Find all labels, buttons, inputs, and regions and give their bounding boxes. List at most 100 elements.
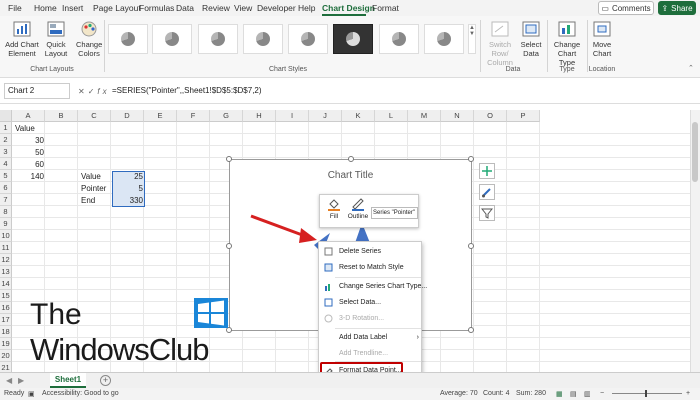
enter-icon[interactable]: ✓ — [88, 87, 98, 96]
column-header-l[interactable]: L — [375, 110, 408, 122]
row-header-12[interactable]: 12 — [0, 254, 12, 266]
row-header-3[interactable]: 3 — [0, 146, 12, 158]
column-header-f[interactable]: F — [177, 110, 210, 122]
zoom-in-icon[interactable]: + — [686, 390, 690, 397]
chart-style-8[interactable] — [424, 24, 464, 54]
outline-button[interactable]: Outline — [346, 197, 370, 220]
row-header-2[interactable]: 2 — [0, 134, 12, 146]
chart-elements-button[interactable] — [479, 163, 495, 179]
cell-d5[interactable]: 25 — [112, 171, 145, 183]
row-header-10[interactable]: 10 — [0, 230, 12, 242]
column-header-i[interactable]: I — [276, 110, 309, 122]
zoom-out-icon[interactable]: − — [600, 390, 604, 397]
tab-file[interactable]: File — [8, 3, 22, 13]
resize-handle[interactable] — [468, 243, 474, 249]
row-header-11[interactable]: 11 — [0, 242, 12, 254]
row-header-17[interactable]: 17 — [0, 314, 12, 326]
row-header-8[interactable]: 8 — [0, 206, 12, 218]
column-header-a[interactable]: A — [12, 110, 45, 122]
change-colors-button[interactable]: Change Colors — [76, 20, 102, 58]
select-all-corner[interactable] — [0, 110, 12, 122]
move-chart-button[interactable]: Move Chart — [590, 20, 614, 58]
chart-style-1[interactable] — [108, 24, 148, 54]
scroll-left-icon[interactable]: ◀ — [6, 376, 12, 385]
chart-style-7[interactable] — [379, 24, 419, 54]
row-header-4[interactable]: 4 — [0, 158, 12, 170]
page-break-view-icon[interactable]: ▥ — [584, 390, 591, 398]
row-header-19[interactable]: 19 — [0, 338, 12, 350]
row-header-16[interactable]: 16 — [0, 302, 12, 314]
resize-handle[interactable] — [226, 156, 232, 162]
chart-style-2[interactable] — [152, 24, 192, 54]
column-header-h[interactable]: H — [243, 110, 276, 122]
column-header-j[interactable]: J — [309, 110, 342, 122]
tab-review[interactable]: Review — [202, 3, 230, 13]
resize-handle[interactable] — [348, 156, 354, 162]
menu-item-select-data[interactable]: Select Data... — [319, 296, 423, 309]
row-header-1[interactable]: 1 — [0, 122, 12, 134]
tab-home[interactable]: Home — [34, 3, 57, 13]
add-sheet-button[interactable]: + — [100, 375, 111, 386]
chart-style-6[interactable] — [333, 24, 373, 54]
collapse-ribbon-icon[interactable]: ⌃ — [688, 64, 694, 72]
tab-help[interactable]: Help — [298, 3, 315, 13]
cell-d6[interactable]: 5 — [112, 183, 145, 195]
zoom-slider-thumb[interactable] — [645, 390, 647, 397]
cell-a2[interactable]: 30 — [13, 135, 46, 147]
name-box[interactable]: Chart 2 — [4, 83, 70, 99]
add-chart-element-button[interactable]: Add Chart Element — [5, 20, 39, 58]
chart-style-5[interactable] — [288, 24, 328, 54]
row-header-13[interactable]: 13 — [0, 266, 12, 278]
column-header-c[interactable]: C — [78, 110, 111, 122]
scrollbar-thumb[interactable] — [692, 122, 698, 182]
tab-chart-design[interactable]: Chart Design — [322, 3, 375, 13]
column-header-b[interactable]: B — [45, 110, 78, 122]
change-chart-type-button[interactable]: Change Chart Type — [550, 20, 584, 67]
menu-item-change-series-chart-type[interactable]: Change Series Chart Type... — [319, 280, 427, 293]
cell-c7[interactable]: End — [79, 195, 112, 207]
row-header-6[interactable]: 6 — [0, 182, 12, 194]
comments-button[interactable]: ▭ Comments — [598, 1, 654, 15]
tab-formulas[interactable]: Formulas — [139, 3, 174, 13]
row-header-9[interactable]: 9 — [0, 218, 12, 230]
row-header-15[interactable]: 15 — [0, 290, 12, 302]
column-header-m[interactable]: M — [408, 110, 441, 122]
cell-c6[interactable]: Pointer — [79, 183, 112, 195]
row-header-20[interactable]: 20 — [0, 350, 12, 362]
tab-format[interactable]: Format — [372, 3, 399, 13]
scroll-right-icon[interactable]: ▶ — [18, 376, 24, 385]
cell-c5[interactable]: Value — [79, 171, 112, 183]
column-header-p[interactable]: P — [507, 110, 540, 122]
chart-styles-button[interactable] — [479, 184, 495, 200]
tab-view[interactable]: View — [234, 3, 252, 13]
row-header-14[interactable]: 14 — [0, 278, 12, 290]
resize-handle[interactable] — [468, 327, 474, 333]
cell-a4[interactable]: 60 — [13, 159, 46, 171]
cell-a3[interactable]: 50 — [13, 147, 46, 159]
chart-style-4[interactable] — [243, 24, 283, 54]
fill-button[interactable]: Fill — [324, 197, 344, 220]
tab-data[interactable]: Data — [176, 3, 194, 13]
menu-item-add-trendline[interactable]: Add Trendline... — [319, 347, 423, 360]
chart-title[interactable]: Chart Title — [230, 170, 471, 181]
cell-d7[interactable]: 330 — [112, 195, 145, 207]
sheet-tab-sheet1[interactable]: Sheet1 — [50, 373, 86, 388]
formula-input[interactable]: =SERIES("Pointer",,Sheet1!$D$5:$D$7,2) — [112, 86, 262, 95]
zoom-slider[interactable] — [612, 393, 682, 394]
menu-item-reset-to-match-style[interactable]: Reset to Match Style — [319, 261, 423, 274]
column-header-o[interactable]: O — [474, 110, 507, 122]
macro-record-icon[interactable]: ▣ — [28, 390, 35, 398]
tab-developer[interactable]: Developer — [257, 3, 296, 13]
series-selector[interactable]: Series "Pointer" — [371, 207, 418, 219]
chart-style-3[interactable] — [198, 24, 238, 54]
page-layout-view-icon[interactable]: ▤ — [570, 390, 577, 398]
column-header-e[interactable]: E — [144, 110, 177, 122]
chart-styles-scroll[interactable]: ▲ ▼ — [468, 24, 476, 54]
column-header-k[interactable]: K — [342, 110, 375, 122]
fx-icon[interactable]: fx — [97, 87, 109, 96]
chart-filters-button[interactable] — [479, 205, 495, 221]
row-header-7[interactable]: 7 — [0, 194, 12, 206]
menu-item-add-data-label[interactable]: Add Data Label › — [319, 331, 423, 344]
accessibility-status[interactable]: Accessibility: Good to go — [42, 390, 119, 397]
vertical-scrollbar[interactable] — [690, 110, 700, 372]
